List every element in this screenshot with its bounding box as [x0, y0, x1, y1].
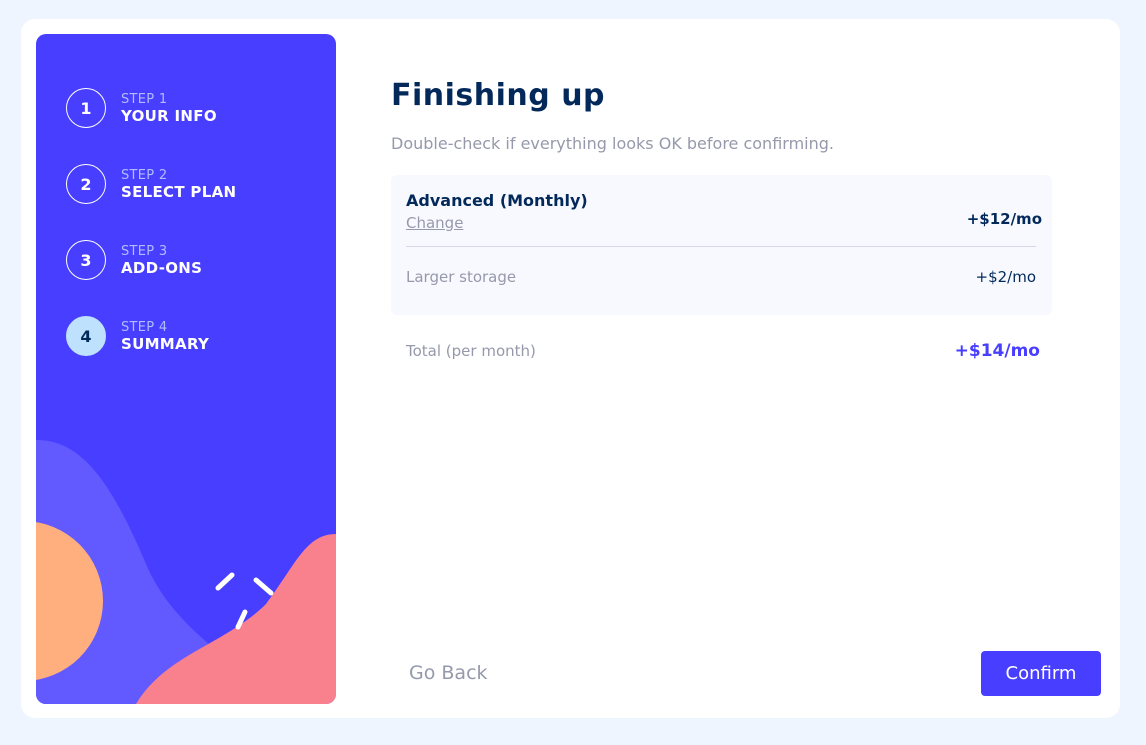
step-title: SUMMARY	[121, 334, 210, 353]
total-value: +$14/mo	[954, 341, 1040, 361]
total-label: Total (per month)	[406, 342, 536, 360]
step-number: 3	[66, 240, 106, 280]
step-label: STEP 3	[121, 243, 168, 259]
go-back-button[interactable]: Go Back	[409, 662, 488, 684]
step-2[interactable]: 2 STEP 2 SELECT PLAN	[66, 164, 236, 204]
addon-name: Larger storage	[406, 268, 517, 286]
step-4[interactable]: 4 STEP 4 SUMMARY	[66, 316, 209, 356]
sidebar-decoration	[36, 439, 336, 704]
plan-price: +$12/mo	[966, 210, 1042, 228]
step-number-active: 4	[66, 316, 106, 356]
page-title: Finishing up	[391, 78, 606, 113]
plan-name: Advanced (Monthly)	[406, 191, 588, 210]
sparkle-line-1	[215, 572, 235, 591]
divider	[406, 246, 1036, 247]
step-number: 1	[66, 88, 106, 128]
step-title: YOUR INFO	[121, 106, 217, 125]
step-label: STEP 4	[121, 319, 168, 335]
page-subtitle: Double-check if everything looks OK befo…	[391, 134, 834, 153]
step-title: SELECT PLAN	[121, 182, 237, 201]
change-plan-link[interactable]: Change	[406, 214, 463, 232]
step-label: STEP 1	[121, 91, 168, 107]
step-1[interactable]: 1 STEP 1 YOUR INFO	[66, 88, 217, 128]
sparkle-line-2	[253, 577, 274, 596]
step-3[interactable]: 3 STEP 3 ADD-ONS	[66, 240, 202, 280]
step-title: ADD-ONS	[121, 258, 203, 277]
confirm-button[interactable]: Confirm	[981, 651, 1101, 696]
step-label: STEP 2	[121, 167, 168, 183]
step-number: 2	[66, 164, 106, 204]
summary-box: Advanced (Monthly) Change +$12/mo Larger…	[391, 175, 1052, 315]
sidebar: 1 STEP 1 YOUR INFO 2 STEP 2 SELECT PLAN …	[36, 34, 336, 704]
addon-price: +$2/mo	[975, 268, 1037, 286]
